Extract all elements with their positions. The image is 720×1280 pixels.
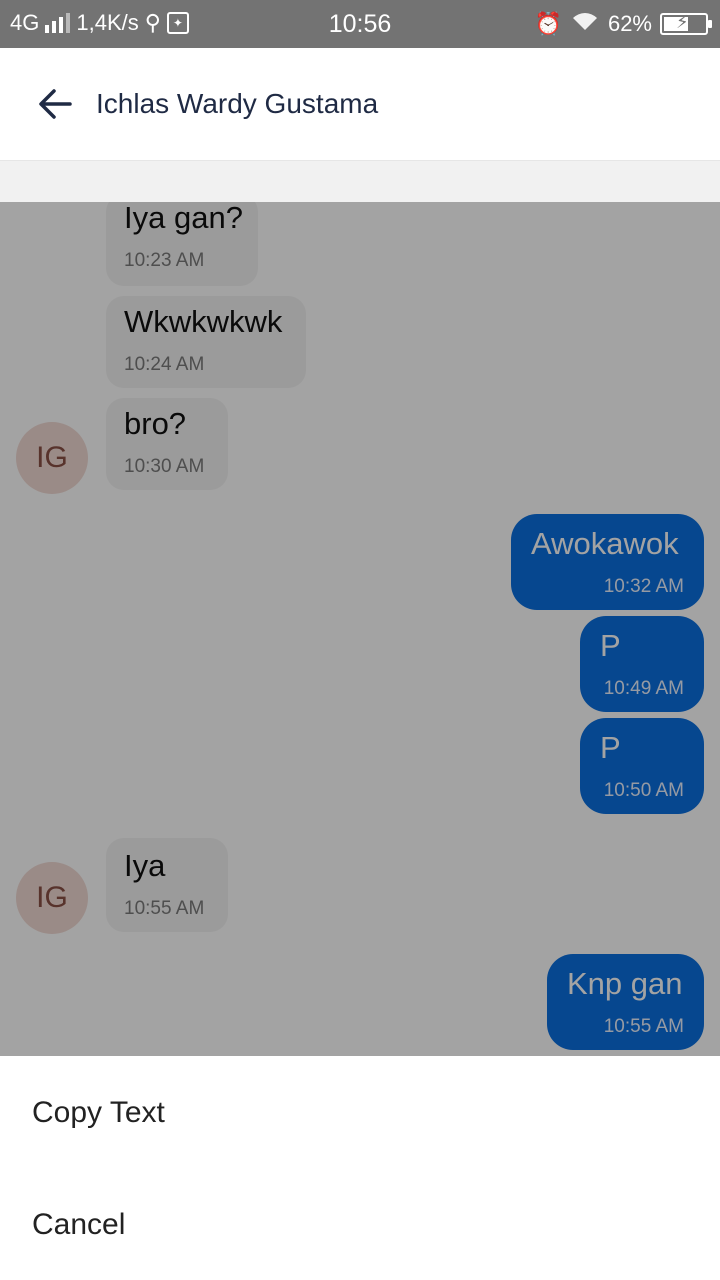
chat-title: Ichlas Wardy Gustama: [96, 88, 379, 119]
cancel-option[interactable]: Cancel: [32, 1208, 125, 1242]
modal-scrim[interactable]: [0, 202, 720, 1056]
action-sheet: Copy Text Cancel: [0, 1056, 720, 1280]
battery-icon: ⚡: [660, 12, 712, 35]
copy-text-option[interactable]: Copy Text: [32, 1096, 165, 1130]
arrow-left-icon[interactable]: [34, 82, 78, 126]
status-bar: 4G 1,4K/s ⚲ ✦ 10:56 ⏰ 62% ⚡: [0, 0, 720, 48]
status-right: ⏰ 62% ⚡: [534, 10, 712, 38]
chat-header: Ichlas Wardy Gustama: [0, 48, 720, 160]
wifi-icon: [570, 10, 600, 38]
battery-percent: 62%: [607, 11, 652, 36]
alarm-icon: ⏰: [534, 11, 562, 36]
header-divider: [0, 160, 720, 202]
